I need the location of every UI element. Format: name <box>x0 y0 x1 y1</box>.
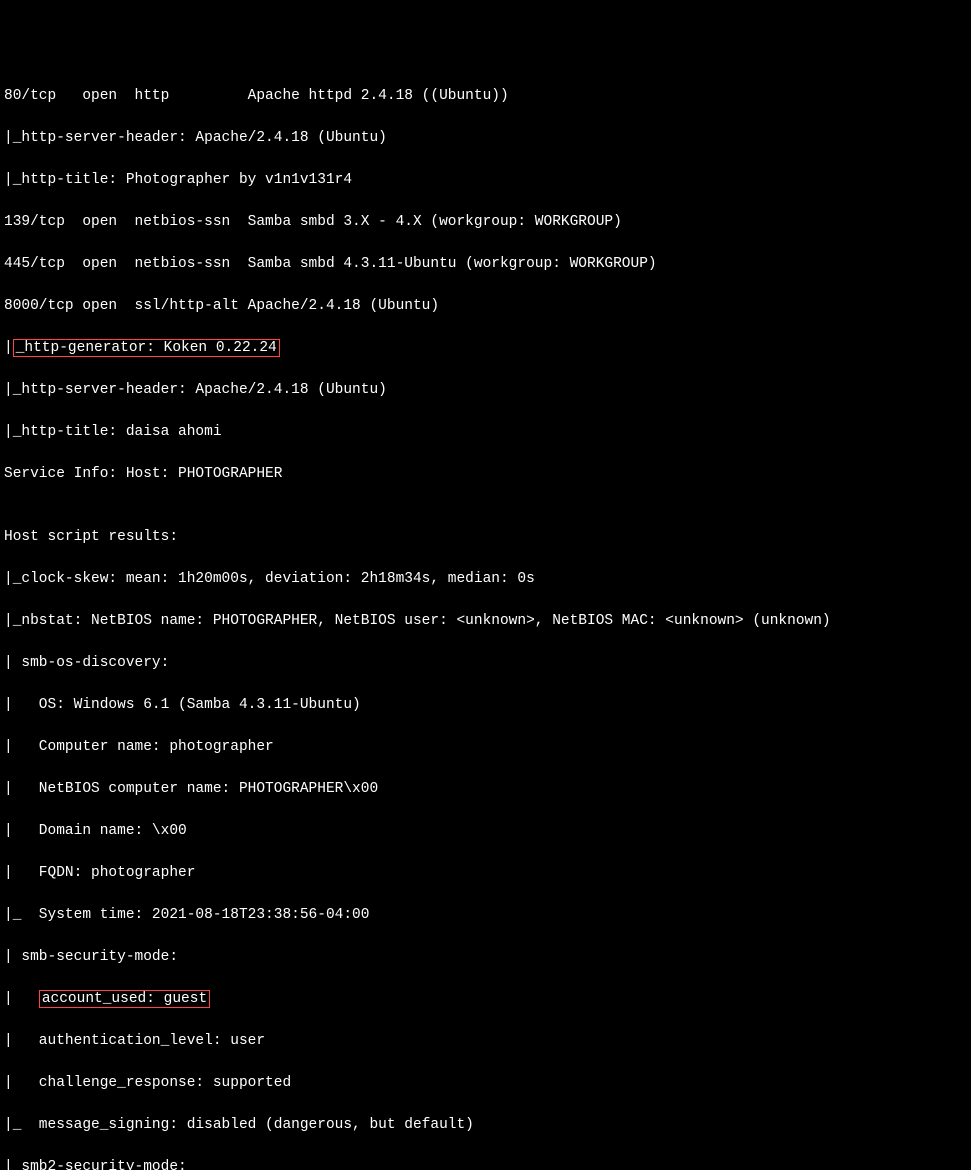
output-line-http-title-1: |_http-title: Photographer by v1n1v131r4 <box>4 170 967 191</box>
output-line-message-signing: |_ message_signing: disabled (dangerous,… <box>4 1115 967 1136</box>
output-line-netbios-computer-name: | NetBIOS computer name: PHOTOGRAPHER\x0… <box>4 779 967 800</box>
output-line-port-8000: 8000/tcp open ssl/http-alt Apache/2.4.18… <box>4 296 967 317</box>
output-line-nbstat: |_nbstat: NetBIOS name: PHOTOGRAPHER, Ne… <box>4 611 967 632</box>
highlight-http-generator: _http-generator: Koken 0.22.24 <box>13 339 280 357</box>
output-line-account-used: | account_used: guest <box>4 989 967 1010</box>
output-line-smb2-security-mode: | smb2-security-mode: <box>4 1157 967 1170</box>
output-line-smb-os-discovery: | smb-os-discovery: <box>4 653 967 674</box>
output-line-clock-skew: |_clock-skew: mean: 1h20m00s, deviation:… <box>4 569 967 590</box>
output-line-system-time: |_ System time: 2021-08-18T23:38:56-04:0… <box>4 905 967 926</box>
output-line-service-info: Service Info: Host: PHOTOGRAPHER <box>4 464 967 485</box>
pipe-prefix: | <box>4 340 13 356</box>
output-line-authentication-level: | authentication_level: user <box>4 1031 967 1052</box>
output-line-computer-name: | Computer name: photographer <box>4 737 967 758</box>
output-line-domain-name: | Domain name: \x00 <box>4 821 967 842</box>
highlight-account-used: account_used: guest <box>39 990 210 1008</box>
pipe-prefix: | <box>4 991 39 1007</box>
output-line-port-139: 139/tcp open netbios-ssn Samba smbd 3.X … <box>4 212 967 233</box>
output-line-port-80: 80/tcp open http Apache httpd 2.4.18 ((U… <box>4 86 967 107</box>
output-line-http-server-header-1: |_http-server-header: Apache/2.4.18 (Ubu… <box>4 128 967 149</box>
output-line-fqdn: | FQDN: photographer <box>4 863 967 884</box>
output-line-http-server-header-2: |_http-server-header: Apache/2.4.18 (Ubu… <box>4 380 967 401</box>
output-line-os: | OS: Windows 6.1 (Samba 4.3.11-Ubuntu) <box>4 695 967 716</box>
output-line-http-generator: |_http-generator: Koken 0.22.24 <box>4 338 967 359</box>
output-line-smb-security-mode: | smb-security-mode: <box>4 947 967 968</box>
output-line-http-title-2: |_http-title: daisa ahomi <box>4 422 967 443</box>
output-line-port-445: 445/tcp open netbios-ssn Samba smbd 4.3.… <box>4 254 967 275</box>
output-line-challenge-response: | challenge_response: supported <box>4 1073 967 1094</box>
output-line-host-results: Host script results: <box>4 527 967 548</box>
